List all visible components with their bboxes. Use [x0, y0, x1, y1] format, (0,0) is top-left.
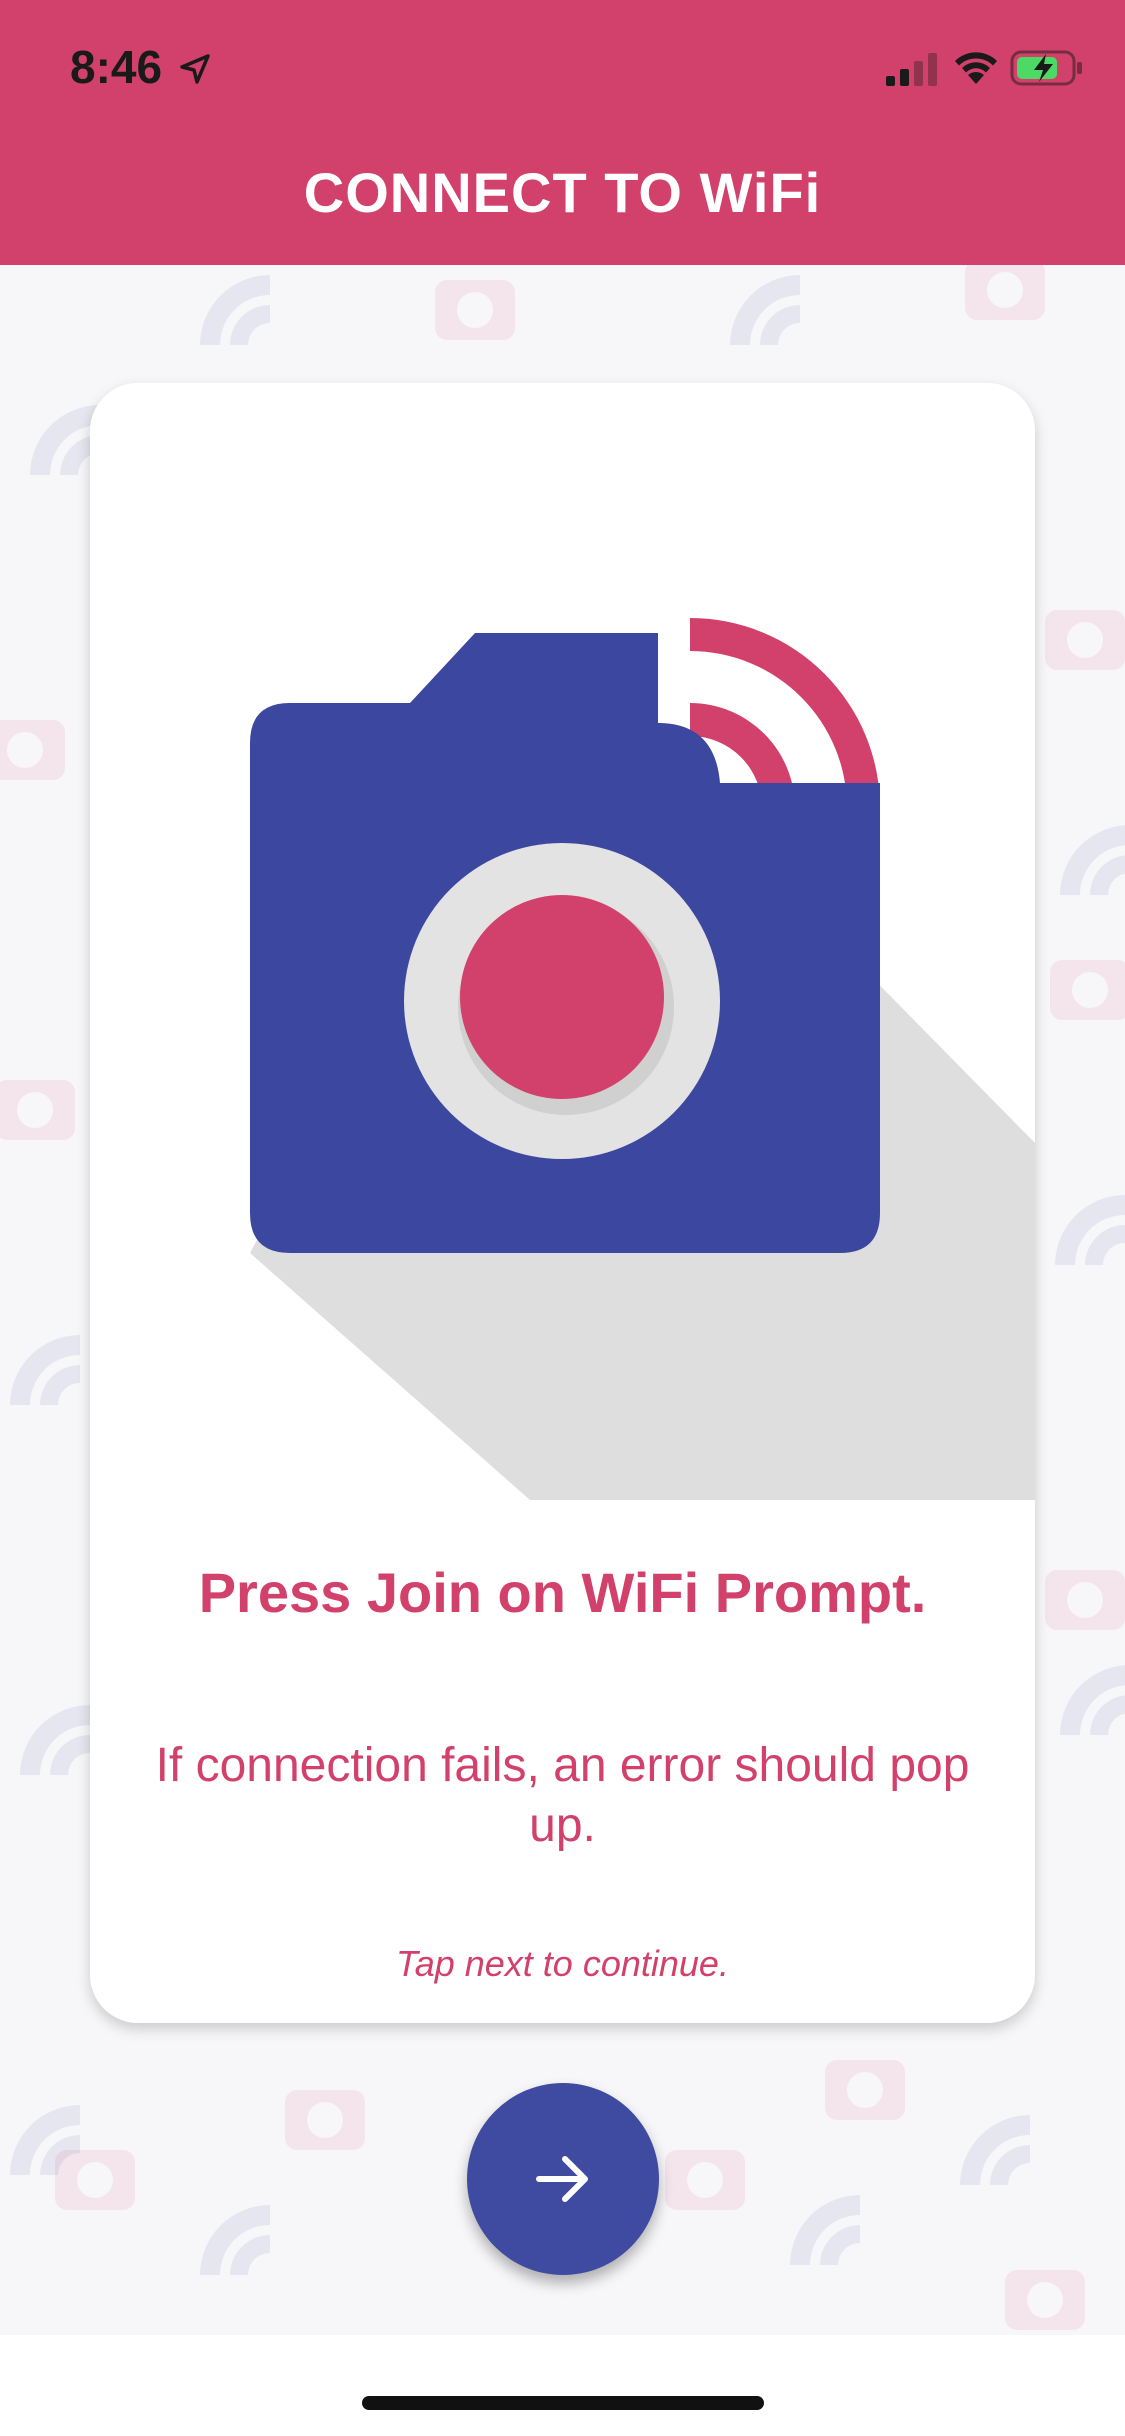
app-header: 8:46 CONNECT TO WiFi — [0, 0, 1125, 265]
wifi-icon — [1060, 1665, 1125, 1735]
card-hint-text: Tap next to continue. — [396, 1943, 729, 1984]
wifi-icon — [20, 1705, 90, 1775]
wifi-icon — [730, 275, 800, 345]
status-bar: 8:46 — [0, 0, 1125, 135]
bottom-safe-area — [0, 2335, 1125, 2436]
camera-icon — [1045, 610, 1125, 670]
camera-icon — [1050, 960, 1125, 1020]
card-body-text: If connection fails, an error should pop… — [155, 1739, 970, 1852]
camera-icon — [1045, 1570, 1125, 1630]
camera-icon — [1005, 2270, 1085, 2330]
instruction-card: Press Join on WiFi Prompt. If connection… — [90, 383, 1035, 2023]
status-time: 8:46 — [70, 41, 163, 93]
battery-charging-icon — [1010, 50, 1082, 86]
arrow-right-icon — [536, 2156, 588, 2202]
wifi-icon — [10, 1335, 80, 1405]
cellular-signal-icon — [886, 53, 937, 86]
camera-icon — [55, 2150, 135, 2210]
wifi-icon — [200, 275, 270, 345]
camera-icon — [0, 720, 65, 780]
wifi-icon — [200, 2205, 270, 2275]
page-title: CONNECT TO WiFi — [303, 161, 822, 224]
wifi-camera-icon — [250, 618, 1035, 1500]
camera-icon — [285, 2090, 365, 2150]
wifi-icon — [1060, 825, 1125, 895]
wifi-icon — [955, 52, 997, 84]
wifi-icon — [1055, 1195, 1125, 1265]
location-arrow-icon — [180, 54, 210, 84]
camera-icon — [965, 265, 1045, 320]
next-button[interactable] — [467, 2083, 659, 2275]
camera-icon — [825, 2060, 905, 2120]
wifi-icon — [960, 2115, 1030, 2185]
camera-icon — [0, 1080, 75, 1140]
illustration — [90, 383, 1035, 1500]
camera-icon — [665, 2150, 745, 2210]
wifi-icon — [790, 2195, 860, 2265]
home-indicator[interactable] — [362, 2396, 764, 2410]
camera-icon — [435, 280, 515, 340]
card-heading: Press Join on WiFi Prompt. — [198, 1561, 927, 1624]
